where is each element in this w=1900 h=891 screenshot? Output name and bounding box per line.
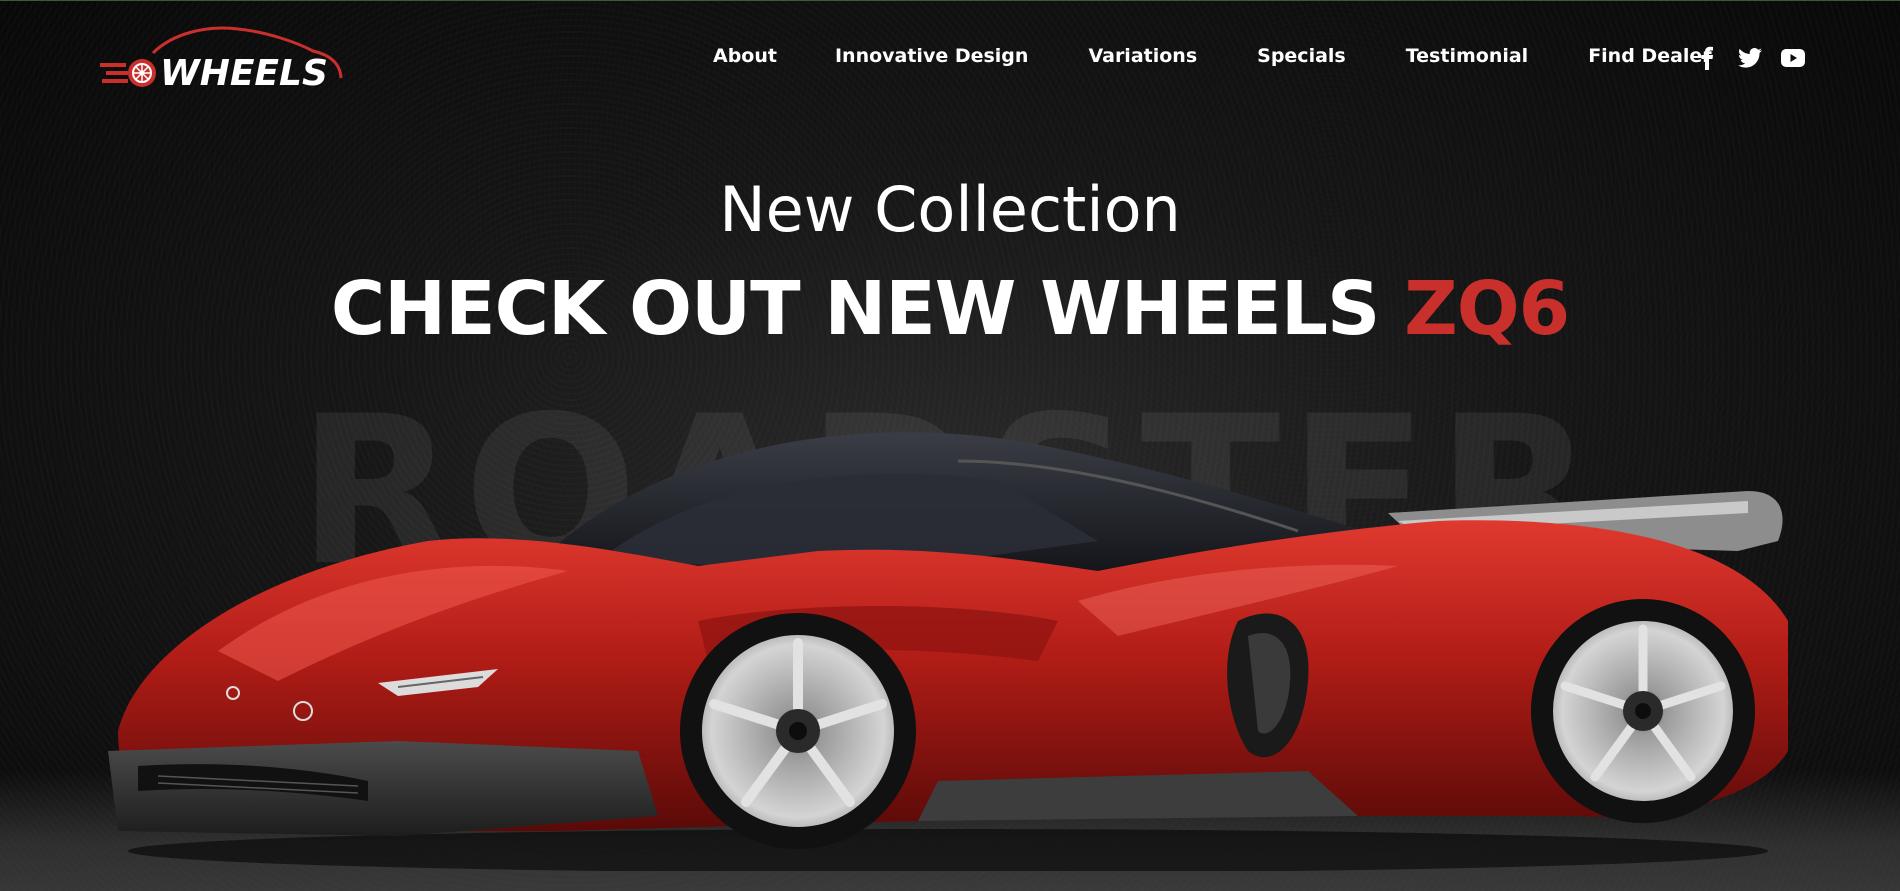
hero-subtitle: New Collection <box>719 173 1181 246</box>
youtube-icon[interactable] <box>1780 45 1805 70</box>
headline-accent-text: ZQ6 <box>1404 266 1570 352</box>
brand-logo[interactable]: WHEELS <box>98 23 343 94</box>
nav-innovative-design[interactable]: Innovative Design <box>835 45 1028 67</box>
nav-about[interactable]: About <box>713 45 777 67</box>
twitter-icon[interactable] <box>1737 45 1762 70</box>
headline-main-text: CHECK OUT NEW WHEELS <box>330 266 1380 352</box>
nav-testimonial[interactable]: Testimonial <box>1406 45 1528 67</box>
facebook-icon[interactable] <box>1694 45 1719 70</box>
hero-section: WHEELS About Innovative Design Variation… <box>0 0 1900 891</box>
logo-wordmark: WHEELS <box>160 53 328 94</box>
red-sports-car-image <box>108 432 1788 871</box>
social-links <box>1694 45 1805 70</box>
nav-specials[interactable]: Specials <box>1257 45 1346 67</box>
nav-variations[interactable]: Variations <box>1088 45 1197 67</box>
main-nav: About Innovative Design Variations Speci… <box>713 45 1712 67</box>
hero-headline: CHECK OUT NEW WHEELS ZQ6 <box>0 266 1900 352</box>
